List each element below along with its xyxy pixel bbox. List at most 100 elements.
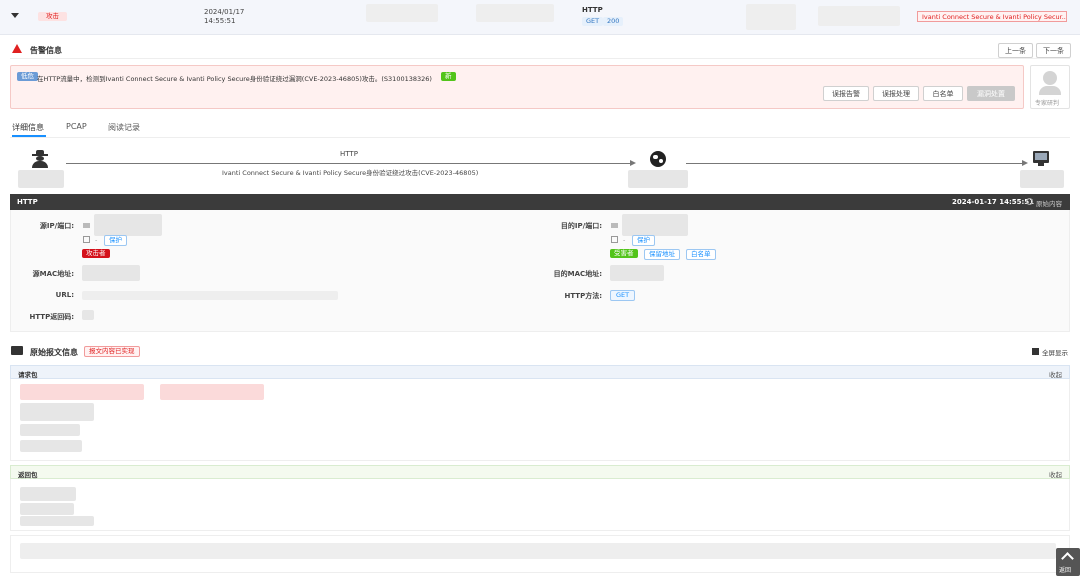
copy-icon-dst[interactable] bbox=[611, 236, 618, 243]
http-status-label: HTTP返回码: bbox=[29, 313, 75, 321]
false-handle-button[interactable]: 误报处理 bbox=[873, 86, 919, 101]
event-time: 14:55:51 bbox=[204, 17, 236, 25]
dst-protect-tag[interactable]: 保护 bbox=[632, 235, 655, 246]
rule-name-tag[interactable]: Ivanti Connect Secure & Ivanti Policy Se… bbox=[917, 11, 1067, 22]
redacted-field-2 bbox=[818, 6, 900, 26]
detail-header-bar: HTTP 2024-01-17 14:55:51 原始内容 bbox=[10, 194, 1070, 210]
severity-badge: 低危 bbox=[17, 72, 38, 81]
flow-arrow-2 bbox=[686, 163, 1024, 164]
request-collapse[interactable]: 收起 bbox=[1049, 369, 1062, 379]
tab-read-log[interactable]: 阅读记录 bbox=[108, 122, 140, 133]
fullscreen-label[interactable]: 全屏显示 bbox=[1042, 347, 1068, 357]
reserved-address-tag[interactable]: 保留地址 bbox=[644, 249, 680, 260]
globe-icon bbox=[650, 151, 666, 167]
chevron-down-icon[interactable] bbox=[11, 13, 19, 18]
flow-arrowhead-1 bbox=[630, 160, 636, 166]
attack-tag: 攻击 bbox=[38, 12, 67, 21]
src-dash: - bbox=[95, 236, 98, 244]
redacted-response-line-3 bbox=[20, 516, 94, 526]
expert-label: 专家研判 bbox=[1035, 100, 1060, 107]
src-protect-tag[interactable]: 保护 bbox=[104, 235, 127, 246]
alert-box: 低危 在HTTP流量中，检测到Ivanti Connect Secure & I… bbox=[10, 65, 1024, 109]
copy-icon[interactable] bbox=[83, 236, 90, 243]
raw-content-icon bbox=[1026, 198, 1033, 205]
redacted-target-ip bbox=[1020, 170, 1064, 188]
victim-tag: 受害者 bbox=[610, 249, 638, 258]
redacted-request-line-1 bbox=[20, 384, 144, 400]
new-badge: 新 bbox=[441, 72, 456, 81]
response-body bbox=[10, 479, 1070, 531]
back-to-top-label: 返回 bbox=[1059, 567, 1072, 574]
redacted-response-line-2 bbox=[20, 503, 74, 515]
redacted-src-mac bbox=[82, 265, 140, 281]
flow-arrow-1 bbox=[66, 163, 632, 164]
flow-protocol: HTTP bbox=[340, 150, 358, 158]
status-code-tag: 200 bbox=[603, 17, 624, 26]
redacted-field-1 bbox=[746, 4, 796, 30]
dst-dash: - bbox=[623, 236, 626, 244]
raw-title: 原始报文信息 bbox=[30, 348, 78, 357]
response-collapse[interactable]: 收起 bbox=[1049, 469, 1062, 479]
redacted-gateway-ip bbox=[628, 170, 688, 188]
false-alarm-button[interactable]: 误报告警 bbox=[823, 86, 869, 101]
expert-card[interactable]: 专家研判 bbox=[1030, 65, 1070, 109]
fullscreen-icon[interactable] bbox=[1032, 348, 1039, 355]
src-ip-label: 源IP/端口: bbox=[39, 222, 74, 230]
redacted-payload-line bbox=[20, 543, 1056, 559]
next-button[interactable]: 下一条 bbox=[1036, 43, 1071, 58]
src-mac-label: 源MAC地址: bbox=[32, 270, 74, 278]
redacted-url bbox=[82, 291, 338, 300]
tab-pcap[interactable]: PCAP bbox=[66, 122, 87, 131]
http-method-label: HTTP方法: bbox=[564, 292, 603, 300]
event-date: 2024/01/17 bbox=[204, 8, 245, 16]
back-to-top-button[interactable]: 返回 bbox=[1056, 548, 1080, 576]
redacted-request-line-1b bbox=[160, 384, 264, 400]
attacker-icon bbox=[30, 150, 50, 168]
chevron-up-icon bbox=[1061, 552, 1074, 565]
alert-underline bbox=[10, 58, 1070, 59]
redacted-dst bbox=[476, 4, 554, 22]
raw-content-link[interactable]: 原始内容 bbox=[1036, 198, 1062, 208]
response-label: 返回包 bbox=[18, 471, 38, 479]
terminal-icon bbox=[11, 346, 23, 355]
redacted-response-line-1 bbox=[20, 487, 76, 501]
top-event-row[interactable]: 攻击 2024/01/17 14:55:51 HTTP GET 200 Ivan… bbox=[0, 0, 1080, 35]
redacted-status bbox=[82, 310, 94, 320]
redacted-src-ip bbox=[94, 214, 162, 236]
detail-timestamp: 2024-01-17 14:55:51 bbox=[952, 198, 1035, 206]
tab-details[interactable]: 详细信息 bbox=[12, 122, 44, 133]
attacker-tag: 攻击者 bbox=[82, 249, 110, 258]
redacted-src bbox=[366, 4, 438, 22]
server-monitor-icon bbox=[1033, 151, 1049, 163]
redacted-request-line-4 bbox=[20, 440, 82, 452]
dst-ip-label: 目的IP/端口: bbox=[560, 222, 602, 230]
url-label: URL: bbox=[55, 291, 74, 299]
request-header: 请求包 收起 bbox=[10, 365, 1070, 379]
dst-mac-label: 目的MAC地址: bbox=[553, 270, 602, 278]
monitor-stand-icon bbox=[1038, 163, 1044, 166]
flag-icon bbox=[83, 223, 90, 228]
redacted-dst-mac bbox=[610, 265, 664, 281]
alert-message: 在HTTP流量中，检测到Ivanti Connect Secure & Ivan… bbox=[37, 75, 432, 83]
alert-title: 告警信息 bbox=[30, 46, 62, 55]
vuln-handle-button[interactable]: 漏洞处置 bbox=[967, 86, 1015, 101]
dst-whitelist-tag[interactable]: 白名单 bbox=[686, 249, 716, 260]
whitelist-button[interactable]: 白名单 bbox=[923, 86, 963, 101]
expert-avatar-body bbox=[1039, 86, 1061, 95]
protocol-label: HTTP bbox=[582, 6, 603, 14]
tabs-divider bbox=[10, 137, 1070, 138]
flow-arrowhead-2 bbox=[1022, 160, 1028, 166]
flag-icon-dst bbox=[611, 223, 618, 228]
method-tag: GET bbox=[582, 17, 604, 26]
prev-button[interactable]: 上一条 bbox=[998, 43, 1033, 58]
redacted-request-line-3 bbox=[20, 424, 80, 436]
response-header: 返回包 收起 bbox=[10, 465, 1070, 479]
detail-protocol: HTTP bbox=[17, 198, 38, 206]
redacted-attacker-ip bbox=[18, 170, 64, 188]
expert-avatar-icon bbox=[1043, 71, 1057, 85]
redacted-dst-ip bbox=[622, 214, 688, 236]
raw-note-tag: 报文内容已实现 bbox=[84, 346, 140, 357]
request-label: 请求包 bbox=[18, 371, 38, 379]
http-method-tag: GET bbox=[610, 290, 636, 301]
flow-description: Ivanti Connect Secure & Ivanti Policy Se… bbox=[222, 169, 479, 177]
